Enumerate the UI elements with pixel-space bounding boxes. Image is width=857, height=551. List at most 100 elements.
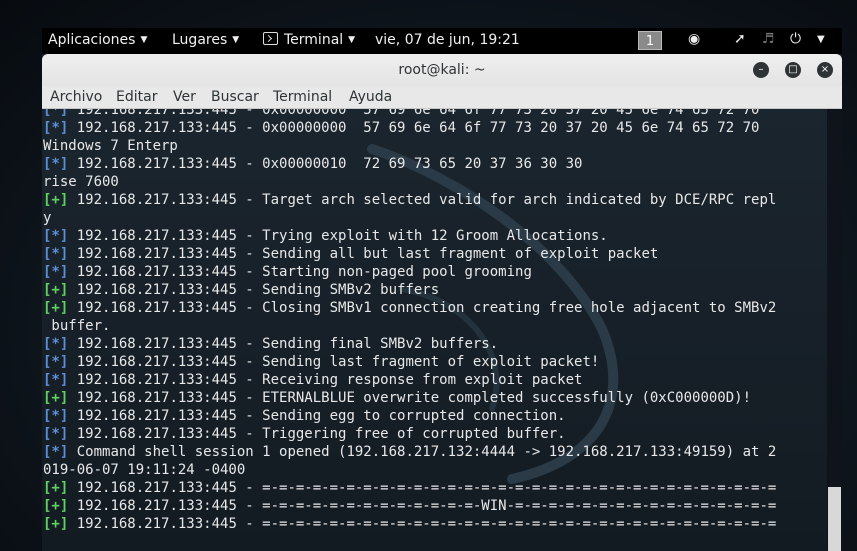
places-label: Lugares bbox=[172, 32, 228, 48]
close-button[interactable]: × bbox=[817, 62, 833, 78]
terminal-app-menu[interactable]: Terminal ▼ bbox=[263, 32, 355, 48]
info-prefix: [*] bbox=[43, 444, 69, 460]
window-title: root@kali: ~ bbox=[398, 62, 486, 78]
info-prefix: [*] bbox=[43, 372, 69, 388]
minimize-button[interactable]: – bbox=[753, 62, 769, 78]
terminal-line: [*] 192.168.217.133:445 - 0x00000000 57 … bbox=[43, 119, 776, 137]
volume-icon[interactable]: ♬ bbox=[762, 31, 775, 47]
terminal-line-text: Windows 7 Enterp bbox=[43, 138, 178, 154]
info-prefix: [*] bbox=[43, 228, 69, 244]
terminal-line-text: 192.168.217.133:445 - Sending SMBv2 buff… bbox=[68, 282, 440, 298]
terminal-line: [*] Command shell session 1 opened (192.… bbox=[43, 443, 776, 461]
top-panel: Aplicaciones ▼ Lugares ▼ Terminal ▼ vie, 07… bbox=[42, 28, 842, 54]
info-prefix: [*] bbox=[43, 336, 69, 352]
menu-buscar[interactable]: Buscar bbox=[211, 89, 259, 105]
terminal-line: 019-06-07 19:11:24 -0400 bbox=[43, 461, 776, 479]
success-prefix: [+] bbox=[43, 498, 69, 514]
scrollbar[interactable] bbox=[827, 109, 842, 551]
success-prefix: [+] bbox=[43, 192, 69, 208]
workspace-indicator[interactable]: 1 bbox=[638, 31, 662, 50]
terminal-line-text: 192.168.217.133:445 - Sending all but la… bbox=[68, 246, 659, 262]
terminal-window: root@kali: ~ – □ × Archivo Editar Ver Bu… bbox=[42, 54, 842, 551]
terminal-line-text: 192.168.217.133:445 - =-=-=-=-=-=-=-=-=-… bbox=[68, 516, 777, 532]
terminal-line: [+] 192.168.217.133:445 - Target arch se… bbox=[43, 191, 776, 209]
chevron-down-icon: ▼ bbox=[140, 35, 148, 45]
terminal-line: [+] 192.168.217.133:445 - =-=-=-=-=-=-=-… bbox=[43, 515, 776, 533]
terminal-line-text: 192.168.217.133:445 - Sending final SMBv… bbox=[68, 336, 499, 352]
chevron-down-icon[interactable]: ▼ bbox=[817, 34, 825, 45]
terminal-line-text: buffer. bbox=[43, 318, 111, 334]
info-prefix: [*] bbox=[43, 354, 69, 370]
places-menu[interactable]: Lugares ▼ bbox=[172, 32, 239, 48]
success-prefix: [+] bbox=[43, 480, 69, 496]
terminal-line: [+] 192.168.217.133:445 - =-=-=-=-=-=-=-… bbox=[43, 479, 776, 497]
menu-ver[interactable]: Ver bbox=[173, 89, 196, 105]
terminal-line-text: 192.168.217.133:445 - =-=-=-=-=-=-=-=-=-… bbox=[68, 480, 777, 496]
terminal-line-text: Command shell session 1 opened (192.168.… bbox=[68, 444, 777, 460]
success-prefix: [+] bbox=[43, 300, 69, 316]
menu-bar: Archivo Editar Ver Buscar Terminal Ayuda bbox=[42, 86, 842, 109]
info-prefix: [*] bbox=[43, 246, 69, 262]
terminal-icon bbox=[263, 32, 278, 45]
terminal-output[interactable]: [*] 192.168.217.133:445 - 0x00000000 57 … bbox=[42, 109, 827, 551]
terminal-line-text: 192.168.217.133:445 - ETERNALBLUE overwr… bbox=[68, 390, 752, 406]
applications-menu[interactable]: Aplicaciones ▼ bbox=[48, 32, 147, 48]
terminal-line-text: y bbox=[43, 210, 52, 226]
power-icon[interactable]: ⏻ bbox=[790, 31, 801, 47]
terminal-line: [*] 192.168.217.133:445 - 0x00000000 57 … bbox=[43, 109, 776, 119]
terminal-line-text: 192.168.217.133:445 - Trying exploit wit… bbox=[68, 228, 608, 244]
maximize-button[interactable]: □ bbox=[785, 62, 801, 78]
terminal-line: buffer. bbox=[43, 317, 776, 335]
info-prefix: [*] bbox=[43, 109, 69, 118]
terminal-line-text: 192.168.217.133:445 - Receiving response… bbox=[68, 372, 583, 388]
chevron-down-icon: ▼ bbox=[348, 35, 356, 45]
network-icon[interactable]: ➚ bbox=[734, 31, 746, 47]
terminal-line-text: 192.168.217.133:445 - Target arch select… bbox=[68, 192, 777, 208]
applications-label: Aplicaciones bbox=[48, 32, 136, 48]
window-titlebar[interactable]: root@kali: ~ – □ × bbox=[42, 54, 842, 86]
terminal-line: [*] 192.168.217.133:445 - Sending all bu… bbox=[43, 245, 776, 263]
info-prefix: [*] bbox=[43, 120, 69, 136]
camera-icon[interactable]: ◉ bbox=[688, 31, 700, 47]
terminal-line: [*] 192.168.217.133:445 - Trying exploit… bbox=[43, 227, 776, 245]
info-prefix: [*] bbox=[43, 264, 69, 280]
terminal-line-text: 192.168.217.133:445 - 0x00000000 57 69 6… bbox=[68, 120, 760, 136]
menu-archivo[interactable]: Archivo bbox=[50, 89, 102, 105]
chevron-down-icon: ▼ bbox=[232, 35, 240, 45]
terminal-line: y bbox=[43, 209, 776, 227]
terminal-line-text: 192.168.217.133:445 - 0x00000000 57 69 6… bbox=[68, 109, 760, 118]
terminal-line: [*] 192.168.217.133:445 - Starting non-p… bbox=[43, 263, 776, 281]
terminal-line: [*] 192.168.217.133:445 - 0x00000010 72 … bbox=[43, 155, 776, 173]
terminal-line: [+] 192.168.217.133:445 - =-=-=-=-=-=-=-… bbox=[43, 497, 776, 515]
terminal-line-text: 192.168.217.133:445 - Starting non-paged… bbox=[68, 264, 532, 280]
success-prefix: [+] bbox=[43, 516, 69, 532]
terminal-app-label: Terminal bbox=[284, 32, 344, 48]
menu-terminal[interactable]: Terminal bbox=[273, 89, 332, 105]
success-prefix: [+] bbox=[43, 282, 69, 298]
terminal-line: [*] 192.168.217.133:445 - Sending egg to… bbox=[43, 407, 776, 425]
terminal-line-text: 192.168.217.133:445 - Closing SMBv1 conn… bbox=[68, 300, 777, 316]
menu-ayuda[interactable]: Ayuda bbox=[349, 89, 392, 105]
terminal-line: [*] 192.168.217.133:445 - Receiving resp… bbox=[43, 371, 776, 389]
terminal-line: [*] 192.168.217.133:445 - Sending last f… bbox=[43, 353, 776, 371]
terminal-lines: [*] 192.168.217.133:445 - 0x00000000 57 … bbox=[43, 109, 776, 533]
terminal-line-text: 019-06-07 19:11:24 -0400 bbox=[43, 462, 246, 478]
info-prefix: [*] bbox=[43, 408, 69, 424]
terminal-line-text: rise 7600 bbox=[43, 174, 119, 190]
terminal-line-text: 192.168.217.133:445 - 0x00000010 72 69 7… bbox=[68, 156, 583, 172]
info-prefix: [*] bbox=[43, 426, 69, 442]
terminal-line-text: 192.168.217.133:445 - Triggering free of… bbox=[68, 426, 566, 442]
terminal-line-text: 192.168.217.133:445 - Sending egg to cor… bbox=[68, 408, 566, 424]
scrollbar-thumb[interactable] bbox=[828, 487, 841, 551]
success-prefix: [+] bbox=[43, 390, 69, 406]
terminal-line-text: 192.168.217.133:445 - Sending last fragm… bbox=[68, 354, 600, 370]
terminal-line-text: 192.168.217.133:445 - =-=-=-=-=-=-=-=-=-… bbox=[68, 498, 777, 514]
terminal-line: rise 7600 bbox=[43, 173, 776, 191]
info-prefix: [*] bbox=[43, 156, 69, 172]
menu-editar[interactable]: Editar bbox=[116, 89, 157, 105]
terminal-line: [+] 192.168.217.133:445 - Sending SMBv2 … bbox=[43, 281, 776, 299]
terminal-line: [*] 192.168.217.133:445 - Sending final … bbox=[43, 335, 776, 353]
terminal-line: [+] 192.168.217.133:445 - Closing SMBv1 … bbox=[43, 299, 776, 317]
clock[interactable]: vie, 07 de jun, 19:21 bbox=[375, 32, 520, 48]
terminal-line: Windows 7 Enterp bbox=[43, 137, 776, 155]
